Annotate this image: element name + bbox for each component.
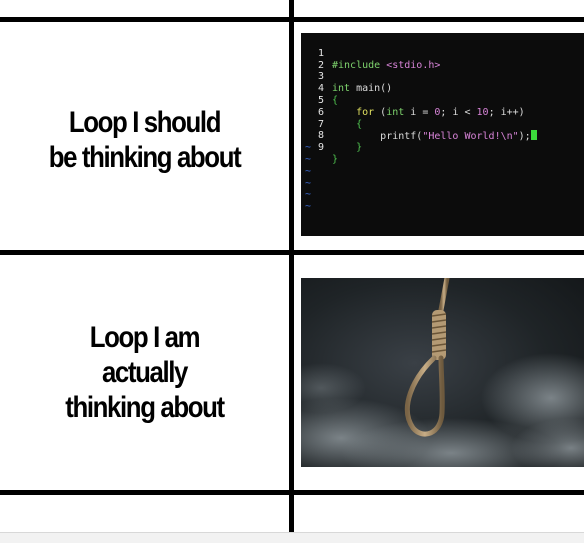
code-line: 2	[301, 48, 584, 71]
code-screenshot: 1 #include <stdio.h> 2 3 int main() 4 { …	[301, 33, 584, 236]
code-line: 6 {	[301, 95, 584, 130]
code-line: 3 int main()	[301, 60, 584, 94]
code-line: 5 for (int i = 0; i < 10; i++)	[301, 83, 584, 118]
empty-buffer-line: ~	[301, 154, 584, 166]
page-footer-bar	[0, 532, 584, 543]
noose-photo	[301, 278, 584, 467]
code-line: 7 printf("Hello World!\n");	[301, 107, 584, 142]
tilde-marker: ~	[305, 165, 312, 177]
empty-buffer-line: ~	[301, 166, 584, 178]
code-line: 8 }	[301, 119, 584, 153]
empty-buffer-line: ~	[301, 178, 584, 190]
tilde-marker: ~	[305, 153, 312, 165]
caption-actually-think: Loop I am actually thinking about	[20, 260, 269, 485]
tilde-marker: ~	[305, 142, 312, 154]
caption-should-think: Loop I should be thinking about	[20, 30, 269, 250]
empty-buffer-line: ~	[301, 201, 584, 213]
code-line: 1 #include <stdio.h>	[301, 36, 584, 71]
grid-line-vertical	[289, 0, 294, 532]
tilde-marker: ~	[305, 177, 312, 189]
code-line: 4 {	[301, 71, 584, 106]
empty-buffer-line: ~	[301, 189, 584, 201]
noose-icon	[301, 278, 584, 467]
caption-text: Loop I am actually thinking about	[65, 321, 225, 424]
code-line: 9 }	[301, 130, 584, 165]
tilde-marker: ~	[305, 201, 312, 213]
meme-panel-grid: Loop I should be thinking about Loop I a…	[0, 0, 584, 532]
tilde-marker: ~	[305, 189, 312, 201]
caption-text: Loop I should be thinking about	[48, 106, 242, 174]
empty-buffer-line: ~	[301, 142, 584, 154]
